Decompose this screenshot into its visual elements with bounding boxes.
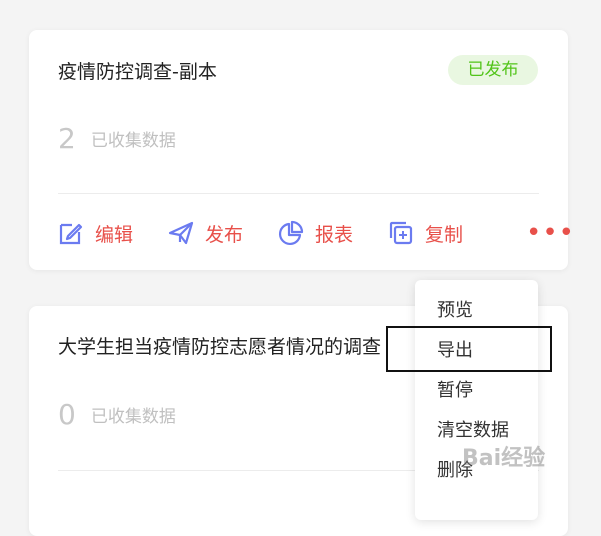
pie-chart-icon <box>278 220 304 246</box>
survey-title[interactable]: 大学生担当疫情防控志愿者情况的调查 <box>58 332 381 359</box>
collected-label: 已收集数据 <box>90 407 176 427</box>
highlight-box <box>386 326 552 372</box>
menu-item-clear-data[interactable]: 清空数据 <box>437 416 509 442</box>
report-button[interactable]: 报表 <box>278 218 353 248</box>
collected-label: 已收集数据 <box>90 131 176 151</box>
edit-label: 编辑 <box>95 223 134 246</box>
collected-count: 0 <box>58 398 76 431</box>
copy-button[interactable]: 复制 <box>388 218 463 248</box>
copy-label: 复制 <box>425 223 464 246</box>
survey-card: 疫情防控调查-副本 已发布 2 已收集数据 编辑 发布 报表 复制 ••• <box>29 30 574 270</box>
publish-button[interactable]: 发布 <box>168 218 243 248</box>
copy-icon <box>388 220 414 246</box>
more-actions-menu: 预览 导出 暂停 清空数据 删除 <box>415 280 538 520</box>
report-label: 报表 <box>315 223 354 246</box>
divider <box>58 193 539 194</box>
menu-item-preview[interactable]: 预览 <box>437 296 473 322</box>
survey-title[interactable]: 疫情防控调查-副本 <box>58 57 217 84</box>
collected-count-row: 2 已收集数据 <box>58 122 176 155</box>
more-button[interactable]: ••• <box>526 218 575 248</box>
send-icon <box>168 220 194 246</box>
edit-button[interactable]: 编辑 <box>58 218 133 248</box>
edit-icon <box>58 220 84 246</box>
more-dots-icon: ••• <box>526 218 576 248</box>
collected-count: 2 <box>58 122 76 155</box>
watermark: Bai经验 <box>462 446 546 471</box>
menu-item-pause[interactable]: 暂停 <box>437 376 473 402</box>
collected-count-row: 0 已收集数据 <box>58 398 176 431</box>
publish-label: 发布 <box>205 223 244 246</box>
status-badge: 已发布 <box>448 55 538 85</box>
